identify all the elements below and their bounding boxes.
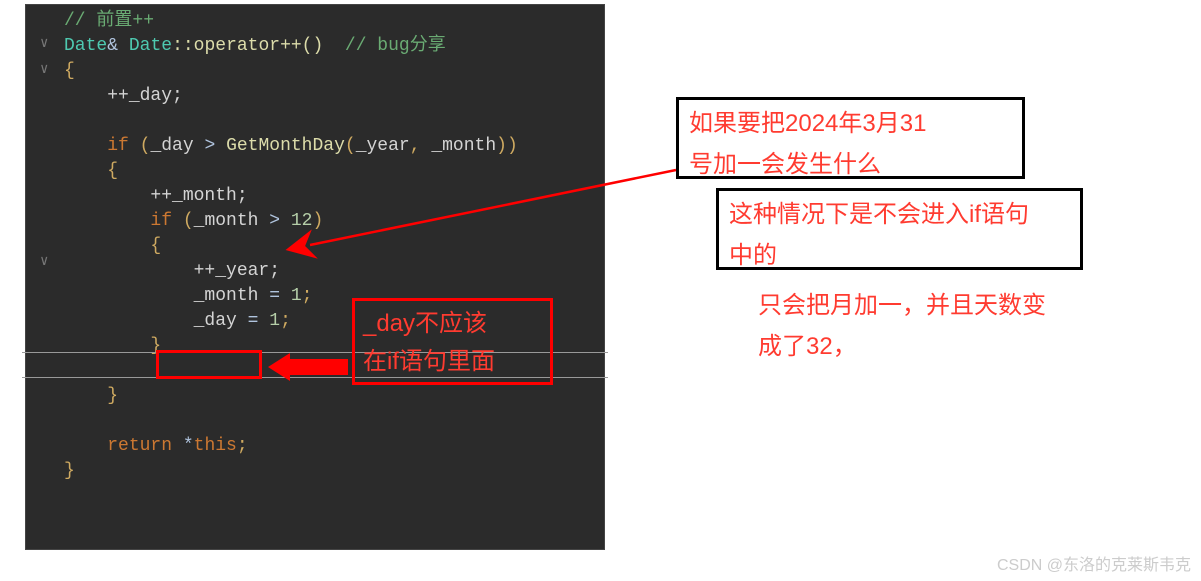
watermark: CSDN @东洛的克莱斯韦克	[997, 551, 1191, 575]
annotation-text: 中的	[729, 236, 1070, 277]
code-type: Date	[64, 36, 107, 56]
fold-chevron-icon[interactable]: ∨	[40, 61, 48, 78]
arrow-left-icon	[268, 356, 348, 378]
code-editor: ∨ ∨ ∨ // 前置++ Date& Date::operator++() /…	[25, 4, 605, 550]
fold-chevron-icon[interactable]: ∨	[40, 253, 48, 270]
inline-annotation-box: _day不应该 在if语句里面	[352, 298, 553, 385]
annotation-text: 只会把月加一，并且天数变	[758, 286, 1080, 327]
annotation-box-1: 如果要把2024年3月31 号加一会发生什么	[676, 97, 1025, 179]
code-comment: // 前置++	[64, 11, 154, 31]
inline-annotation-line: 在if语句里面	[363, 343, 542, 381]
annotation-text: 成了32，	[758, 327, 1080, 368]
annotation-text: 如果要把2024年3月31	[689, 104, 1012, 145]
code-content[interactable]: // 前置++ Date& Date::operator++() // bug分…	[64, 9, 604, 484]
inline-annotation-line: _day不应该	[363, 305, 542, 343]
annotation-text: 这种情况下是不会进入if语句	[729, 195, 1070, 236]
fold-chevron-icon[interactable]: ∨	[40, 35, 48, 52]
annotation-box-2: 这种情况下是不会进入if语句 中的	[716, 188, 1083, 270]
editor-gutter: ∨ ∨ ∨	[26, 5, 62, 549]
annotation-text: 号加一会发生什么	[689, 145, 1012, 186]
annotation-box-3: 只会把月加一，并且天数变 成了32，	[745, 279, 1093, 361]
